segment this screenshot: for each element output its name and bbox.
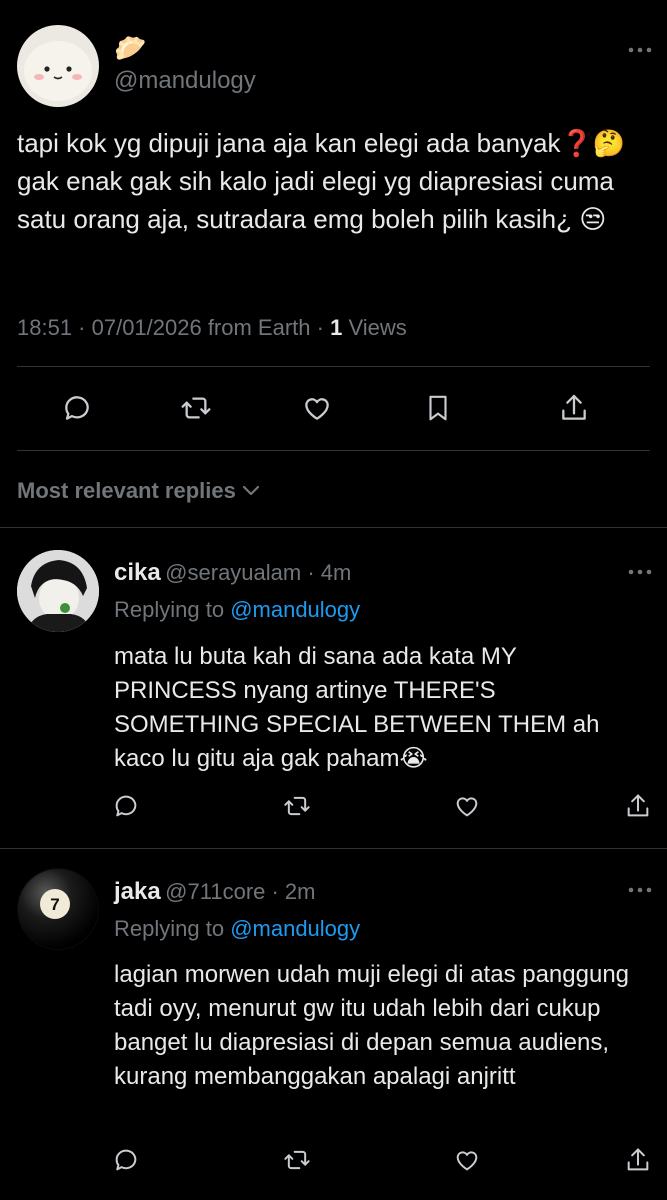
reply-avatar[interactable]: 7 (17, 868, 99, 950)
share-icon (562, 394, 586, 420)
share-icon (627, 794, 649, 817)
replying-to-link[interactable]: @mandulogy (230, 916, 360, 941)
views-count: 1 (330, 315, 343, 340)
eight-ball-icon: 7 (18, 869, 98, 949)
tweet-meta: 18:51 · 07/01/2026 from Earth · 1 Views (17, 314, 407, 342)
replies-sort-dropdown[interactable]: Most relevant replies (17, 478, 260, 504)
reply-like-action[interactable] (447, 1140, 487, 1180)
anime-avatar-icon (17, 550, 99, 632)
heart-icon (456, 1151, 478, 1171)
chevron-down-icon (242, 485, 259, 496)
reply-retweet-action[interactable] (277, 786, 317, 826)
reply-retweet-action[interactable] (277, 1140, 317, 1180)
reply-author-handle[interactable]: @711core (165, 879, 265, 904)
tweet-more-icon[interactable] (624, 40, 656, 60)
reply-comment-action[interactable] (106, 786, 146, 826)
reply-time: · 4m (301, 560, 352, 585)
retweet-icon (284, 1150, 310, 1170)
reply-text: mata lu buta kah di sana ada kata MY PRI… (114, 643, 600, 772)
replying-to-prefix: Replying to (114, 597, 231, 622)
share-icon (627, 1148, 649, 1171)
reply-share-action[interactable] (618, 1140, 658, 1180)
reply-text: lagian morwen udah muji elegi di atas pa… (114, 961, 630, 1090)
replying-to: Replying to @mandulogy (114, 915, 360, 943)
divider (0, 527, 667, 528)
like-action[interactable] (297, 388, 337, 428)
bookmark-icon (429, 395, 447, 421)
author-handle[interactable]: @mandulogy (114, 67, 256, 95)
bookmark-action[interactable] (418, 388, 458, 428)
tweet-timestamp: 18:51 · 07/01/2026 from Earth · (17, 315, 331, 340)
reply-author-handle[interactable]: @serayualam (165, 560, 301, 585)
replying-to-prefix: Replying to (114, 916, 231, 941)
replying-to: Replying to @mandulogy (114, 596, 360, 624)
replying-to-link[interactable]: @mandulogy (230, 597, 360, 622)
comment-icon (65, 396, 89, 420)
reply-header: jaka @711core · 2m (114, 877, 316, 910)
ball-number: 7 (50, 895, 59, 914)
divider (0, 848, 667, 849)
reply-author-name[interactable]: cika (114, 559, 161, 586)
author-name-emoji[interactable]: 🥟 (114, 33, 146, 63)
author-avatar[interactable] (17, 25, 99, 107)
reply-author-name[interactable]: jaka (114, 878, 161, 905)
retweet-icon (181, 397, 211, 419)
comment-icon (115, 1149, 137, 1171)
reply-more-icon[interactable] (624, 562, 656, 582)
reply-action[interactable] (57, 388, 97, 428)
divider (17, 366, 650, 367)
reply-header: cika @serayualam · 4m (114, 558, 351, 591)
reply-avatar[interactable] (17, 550, 99, 632)
reply-more-icon[interactable] (624, 880, 656, 900)
tweet-text: tapi kok yg dipuji jana aja kan elegi ad… (17, 128, 626, 234)
replies-sort-label: Most relevant replies (17, 478, 236, 503)
heart-icon (456, 797, 478, 817)
retweet-action[interactable] (176, 388, 216, 428)
views-label: Views (342, 315, 407, 340)
share-action[interactable] (554, 388, 594, 428)
divider (17, 450, 650, 451)
comment-icon (115, 795, 137, 817)
reply-comment-action[interactable] (106, 1140, 146, 1180)
dumpling-face-icon (24, 41, 92, 101)
retweet-icon (284, 796, 310, 816)
heart-icon (305, 398, 329, 420)
reply-time: · 2m (265, 879, 316, 904)
reply-like-action[interactable] (447, 786, 487, 826)
reply-share-action[interactable] (618, 786, 658, 826)
